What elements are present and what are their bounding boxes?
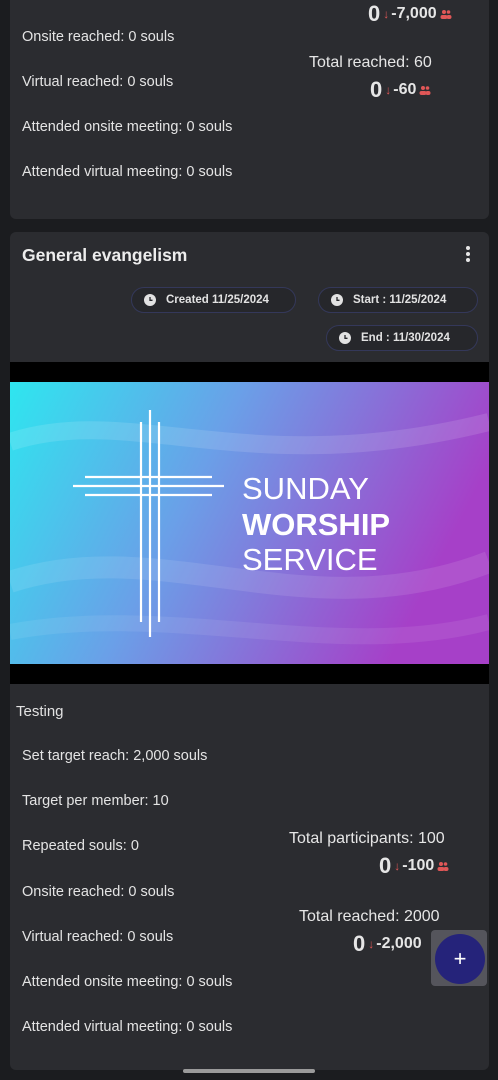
add-icon: + [453, 946, 467, 971]
campaign-banner: SUNDAY WORSHIP SERVICE [10, 362, 489, 684]
reached-delta: 0 ↓ -60 [370, 77, 431, 103]
participants-delta: 0 ↓ -100 [379, 853, 449, 879]
people-icon [440, 10, 452, 19]
attended-onsite: Attended onsite meeting: 0 souls [22, 119, 233, 135]
down-arrow-icon: ↓ [394, 859, 401, 873]
banner-line-2: WORSHIP [242, 507, 390, 542]
clock-icon [331, 294, 343, 306]
people-icon [419, 86, 431, 95]
clock-icon [339, 332, 351, 344]
onsite-reached: Onsite reached: 0 souls [22, 29, 175, 45]
target-delta: 0 ↓ -7,000 [368, 1, 452, 27]
onsite-reached: Onsite reached: 0 souls [22, 884, 175, 900]
virtual-reached: Virtual reached: 0 souls [22, 929, 174, 945]
banner-line-1: SUNDAY [242, 471, 369, 506]
virtual-reached: Virtual reached: 0 souls [22, 74, 174, 90]
worship-banner-image: SUNDAY WORSHIP SERVICE [10, 382, 489, 664]
clock-icon [144, 294, 156, 306]
end-date-chip: End : 11/30/2024 [326, 325, 478, 351]
set-target-reach: Set target reach: 2,000 souls [22, 748, 208, 764]
home-indicator[interactable] [183, 1069, 315, 1073]
repeated-souls: Repeated souls: 0 [22, 838, 139, 854]
down-arrow-icon: ↓ [368, 937, 375, 951]
total-reached: Total reached: 2000 [299, 908, 440, 925]
people-icon [437, 862, 449, 871]
target-per-member: Target per member: 10 [22, 793, 169, 809]
total-reached: Total reached: 60 [309, 54, 432, 71]
created-date-chip: Created 11/25/2024 [131, 287, 296, 313]
campaign-card-general-evangelism[interactable]: General evangelism Created 11/25/2024 St… [10, 232, 489, 1070]
attended-onsite: Attended onsite meeting: 0 souls [22, 974, 233, 990]
down-arrow-icon: ↓ [385, 83, 392, 97]
campaign-title: General evangelism [22, 245, 188, 265]
more-vert-icon[interactable] [465, 246, 471, 264]
banner-line-3: SERVICE [242, 542, 378, 577]
add-campaign-button[interactable]: + [435, 934, 485, 984]
attended-virtual: Attended virtual meeting: 0 souls [22, 164, 233, 180]
reached-delta: 0 ↓ -2,000 [353, 931, 422, 956]
total-participants: Total participants: 100 [289, 830, 445, 847]
down-arrow-icon: ↓ [383, 7, 390, 21]
start-date-chip: Start : 11/25/2024 [318, 287, 478, 313]
campaign-card-previous: 0 ↓ -7,000 Onsite reached: 0 souls Virtu… [10, 0, 489, 219]
attended-virtual: Attended virtual meeting: 0 souls [22, 1019, 233, 1035]
campaign-description: Testing [16, 703, 64, 720]
